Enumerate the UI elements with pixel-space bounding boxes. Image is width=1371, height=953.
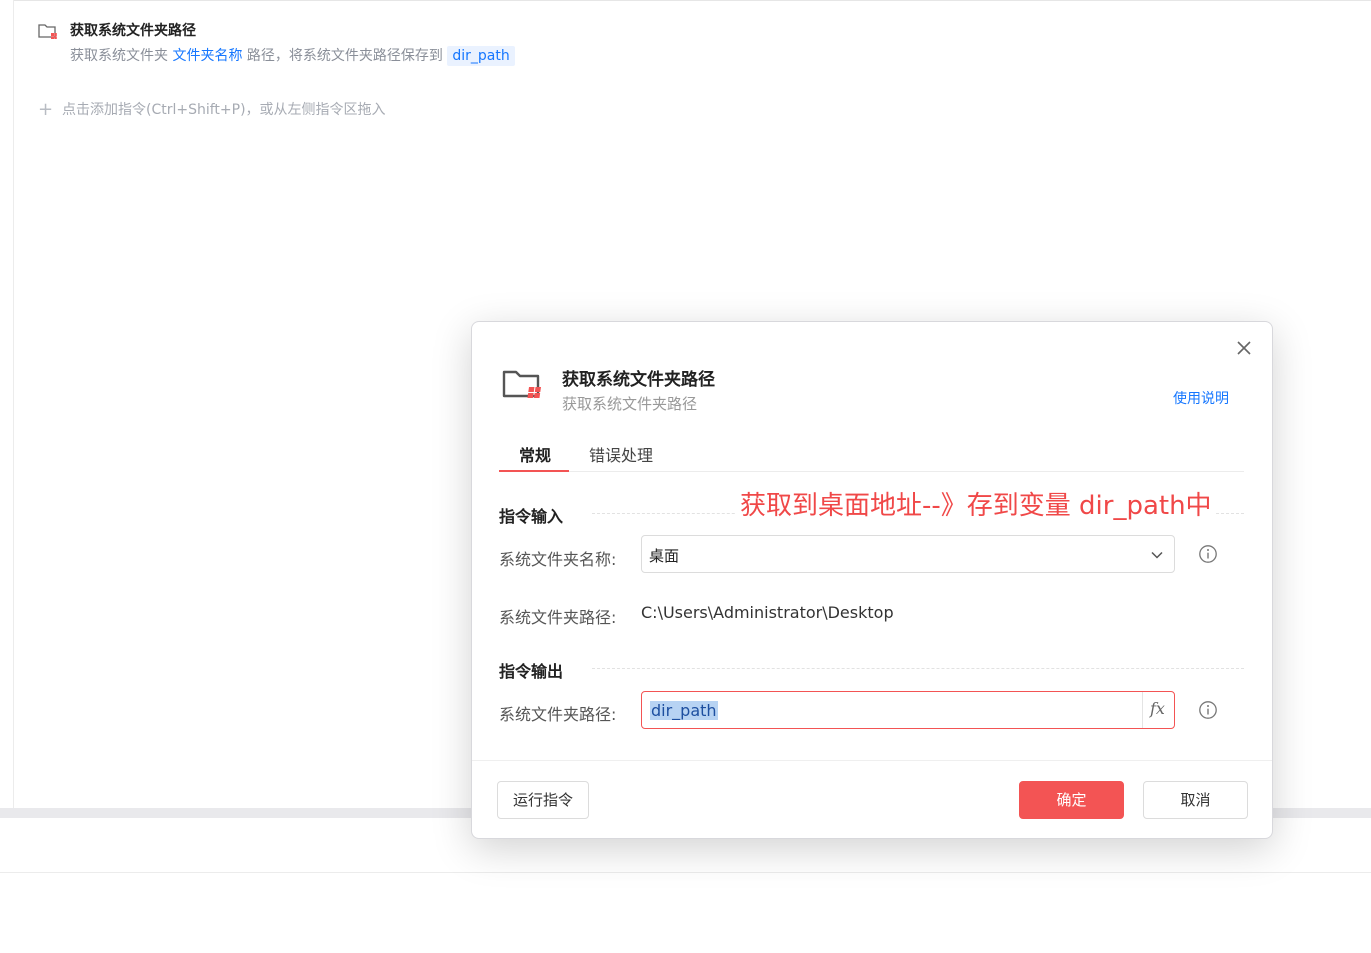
confirm-button[interactable]: 确定 <box>1019 781 1124 819</box>
active-tab-indicator <box>499 470 569 472</box>
fx-button[interactable]: fx <box>1142 692 1174 728</box>
add-command-hint[interactable]: + 点击添加指令(Ctrl+Shift+P)，或从左侧指令区拖入 <box>38 99 386 120</box>
output-variable-input[interactable]: dir_path fx <box>641 691 1175 729</box>
folder-name-select[interactable]: 桌面 <box>641 535 1175 573</box>
help-link[interactable]: 使用说明 <box>1173 388 1229 408</box>
dialog-title: 获取系统文件夹路径 <box>562 370 715 390</box>
folder-name-label: 系统文件夹名称: <box>499 550 617 569</box>
command-title: 获取系统文件夹路径 <box>70 23 196 39</box>
annotation-text: 获取到桌面地址--》存到变量 dir_path中 <box>736 485 1216 522</box>
info-icon[interactable] <box>1198 544 1218 564</box>
top-divider <box>14 0 1371 1</box>
folder-name-selected-value: 桌面 <box>649 547 680 565</box>
info-icon[interactable] <box>1198 700 1218 720</box>
run-command-button[interactable]: 运行指令 <box>497 781 589 819</box>
dialog-subtitle: 获取系统文件夹路径 <box>562 395 698 413</box>
add-command-hint-text: 点击添加指令(Ctrl+Shift+P)，或从左侧指令区拖入 <box>62 102 386 118</box>
output-section-heading: 指令输出 <box>499 662 564 681</box>
fx-icon: fx <box>1150 699 1165 718</box>
folder-path-value: C:\Users\Administrator\Desktop <box>641 603 894 622</box>
command-description: 获取系统文件夹 文件夹名称 路径，将系统文件夹路径保存到 dir_path <box>70 45 515 66</box>
tab-error-handling[interactable]: 错误处理 <box>589 442 653 466</box>
input-section-heading: 指令输入 <box>499 507 564 526</box>
output-section-rule <box>592 668 1244 669</box>
command-desc-prefix: 获取系统文件夹 <box>70 48 168 64</box>
close-icon[interactable] <box>1234 338 1254 358</box>
bottom-divider <box>0 872 1371 873</box>
footer-divider <box>472 760 1272 761</box>
folder-path-label: 系统文件夹路径: <box>499 608 617 627</box>
command-dialog: 获取系统文件夹路径 获取系统文件夹路径 使用说明 常规 错误处理 指令输入 获取… <box>471 321 1273 839</box>
command-desc-middle: 路径，将系统文件夹路径保存到 <box>246 48 443 64</box>
folder-icon <box>38 24 57 39</box>
left-divider <box>13 0 14 808</box>
tab-general[interactable]: 常规 <box>519 442 551 466</box>
command-desc-variable[interactable]: dir_path <box>447 46 515 66</box>
command-desc-param[interactable]: 文件夹名称 <box>172 48 242 64</box>
folder-icon <box>502 370 541 398</box>
chevron-down-icon <box>1151 551 1163 559</box>
output-variable-value: dir_path <box>650 701 718 720</box>
dialog-tabs: 常规 错误处理 <box>499 434 1244 472</box>
cancel-button[interactable]: 取消 <box>1143 781 1248 819</box>
plus-icon: + <box>38 99 54 120</box>
output-label: 系统文件夹路径: <box>499 705 617 724</box>
